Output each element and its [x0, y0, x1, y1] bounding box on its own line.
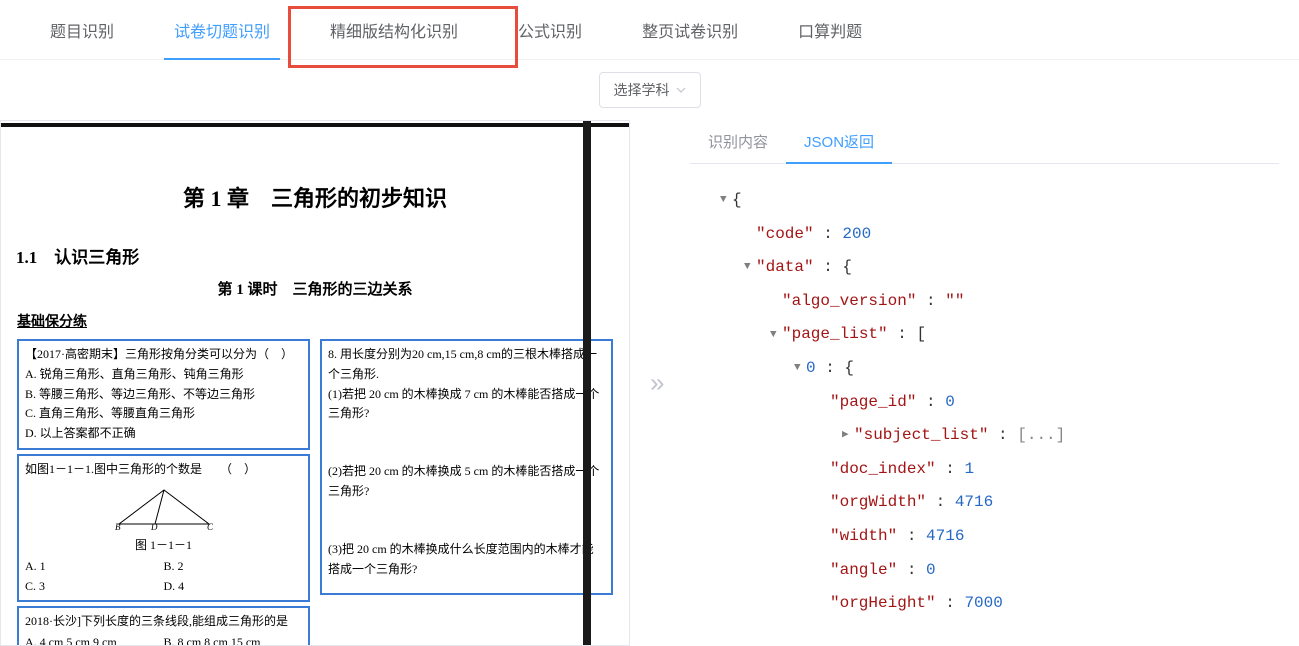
json-key-org-height: "orgHeight" : 7000	[700, 587, 1279, 621]
right-question-column: 8. 用长度分别为20 cm,15 cm,8 cm的三根木棒搭成一个三角形. (…	[320, 335, 613, 646]
caret-down-icon[interactable]	[770, 324, 780, 347]
chapter-title: 第 1 章 三角形的初步知识	[11, 181, 619, 213]
q8-part3: (3)把 20 cm 的木棒换成什么长度范围内的木棒才能搭成一个三角形?	[328, 540, 605, 580]
q3-option-a: A. 4 cm,5 cm,9 cm	[25, 632, 164, 646]
q8-part2: (2)若把 20 cm 的木棒换成 5 cm 的木棒能否搭成一个三角形?	[328, 462, 605, 502]
q2-option-c: C. 3	[25, 576, 164, 596]
content-area: 第 1 章 三角形的初步知识 1.1 认识三角形 第 1 课时 三角形的三边关系…	[0, 120, 1299, 646]
q2-stem: 如图1－1－1.图中三角形的个数是 （ ）	[25, 460, 302, 480]
q2-option-d: D. 4	[164, 576, 303, 596]
toolbar: 选择学科	[0, 60, 1299, 120]
json-key-angle: "angle" : 0	[700, 554, 1279, 588]
nav-tab-formula-ocr[interactable]: 公式识别	[488, 0, 612, 60]
json-key-subject-list[interactable]: "subject_list" : [...]	[700, 419, 1279, 453]
nav-tab-full-paper-ocr[interactable]: 整页试卷识别	[612, 0, 768, 60]
json-key-doc-index: "doc_index" : 1	[700, 453, 1279, 487]
exam-page: 第 1 章 三角形的初步知识 1.1 认识三角形 第 1 课时 三角形的三边关系…	[1, 121, 629, 645]
nav-tab-mental-math[interactable]: 口算判题	[768, 0, 892, 60]
json-key-page-id: "page_id" : 0	[700, 386, 1279, 420]
caret-right-icon[interactable]	[842, 424, 852, 447]
q2-option-b: B. 2	[164, 556, 303, 576]
svg-text:C: C	[207, 522, 214, 532]
tab-recognized-content[interactable]: 识别内容	[690, 121, 786, 164]
nav-tab-paper-split-ocr[interactable]: 试卷切题识别	[144, 0, 300, 60]
question-box-1[interactable]: 【2017·高密期末】三角形按角分类可以分为（ ） A. 锐角三角形、直角三角形…	[17, 339, 310, 450]
q1-option-c: C. 直角三角形、等腰直角三角形	[25, 404, 302, 424]
q8-stem: 8. 用长度分别为20 cm,15 cm,8 cm的三根木棒搭成一个三角形.	[328, 345, 605, 385]
json-key-algo-version: "algo_version" : ""	[700, 285, 1279, 319]
exam-preview-panel: 第 1 章 三角形的初步知识 1.1 认识三角形 第 1 课时 三角形的三边关系…	[0, 120, 630, 646]
q1-stem: 【2017·高密期末】三角形按角分类可以分为（ ）	[25, 345, 302, 365]
question-box-8[interactable]: 8. 用长度分别为20 cm,15 cm,8 cm的三根木棒搭成一个三角形. (…	[320, 339, 613, 595]
result-panel: 识别内容 JSON返回 { "code" : 200 "data" : { "a…	[690, 120, 1299, 646]
json-root-brace[interactable]: {	[700, 184, 1279, 218]
tab-json-response[interactable]: JSON返回	[786, 121, 892, 164]
question-box-2[interactable]: 如图1－1－1.图中三角形的个数是 （ ） B D C 图 1－1－1 A. 1…	[17, 454, 310, 602]
select-subject-label: 选择学科	[614, 80, 670, 100]
chevron-down-icon	[676, 87, 686, 93]
svg-text:D: D	[150, 522, 158, 532]
figure-caption: 图 1－1－1	[25, 536, 302, 556]
caret-down-icon[interactable]	[720, 189, 730, 212]
json-key-page-list[interactable]: "page_list" : [	[700, 318, 1279, 352]
q1-option-b: B. 等腰三角形、等边三角形、不等边三角形	[25, 385, 302, 405]
q1-option-d: D. 以上答案都不正确	[25, 424, 302, 444]
json-viewer: { "code" : 200 "data" : { "algo_version"…	[690, 184, 1279, 621]
left-question-column: 【2017·高密期末】三角形按角分类可以分为（ ） A. 锐角三角形、直角三角形…	[17, 335, 310, 646]
select-subject-dropdown[interactable]: 选择学科	[599, 72, 701, 108]
expand-arrow-icon[interactable]: »	[650, 368, 664, 399]
q3-option-b: B. 8 cm,8 cm,15 cm	[164, 632, 303, 646]
json-key-data[interactable]: "data" : {	[700, 251, 1279, 285]
caret-down-icon[interactable]	[744, 256, 754, 279]
svg-text:B: B	[115, 522, 121, 532]
json-key-width: "width" : 4716	[700, 520, 1279, 554]
lesson-title: 第 1 课时 三角形的三边关系	[11, 278, 619, 299]
json-array-item-0[interactable]: 0 : {	[700, 352, 1279, 386]
top-nav: 题目识别 试卷切题识别 精细版结构化识别 公式识别 整页试卷识别 口算判题	[0, 0, 1299, 60]
result-tabs: 识别内容 JSON返回	[690, 120, 1279, 164]
q2-option-a: A. 1	[25, 556, 164, 576]
question-box-3[interactable]: 2018·长沙]下列长度的三条线段,能组成三角形的是 A. 4 cm,5 cm,…	[17, 606, 310, 646]
nav-tab-question-ocr[interactable]: 题目识别	[20, 0, 144, 60]
json-key-org-width: "orgWidth" : 4716	[700, 486, 1279, 520]
sub-header: 基础保分练	[17, 311, 619, 331]
caret-down-icon[interactable]	[794, 357, 804, 380]
q8-part1: (1)若把 20 cm 的木棒换成 7 cm 的木棒能否搭成一个三角形?	[328, 385, 605, 425]
triangle-figure-icon: B D C	[109, 484, 219, 532]
nav-tab-fine-structure-ocr[interactable]: 精细版结构化识别	[300, 0, 488, 60]
q3-stem: 2018·长沙]下列长度的三条线段,能组成三角形的是	[25, 612, 302, 632]
q1-option-a: A. 锐角三角形、直角三角形、钝角三角形	[25, 365, 302, 385]
json-key-code: "code" : 200	[700, 218, 1279, 252]
section-title: 1.1 认识三角形	[16, 243, 619, 268]
